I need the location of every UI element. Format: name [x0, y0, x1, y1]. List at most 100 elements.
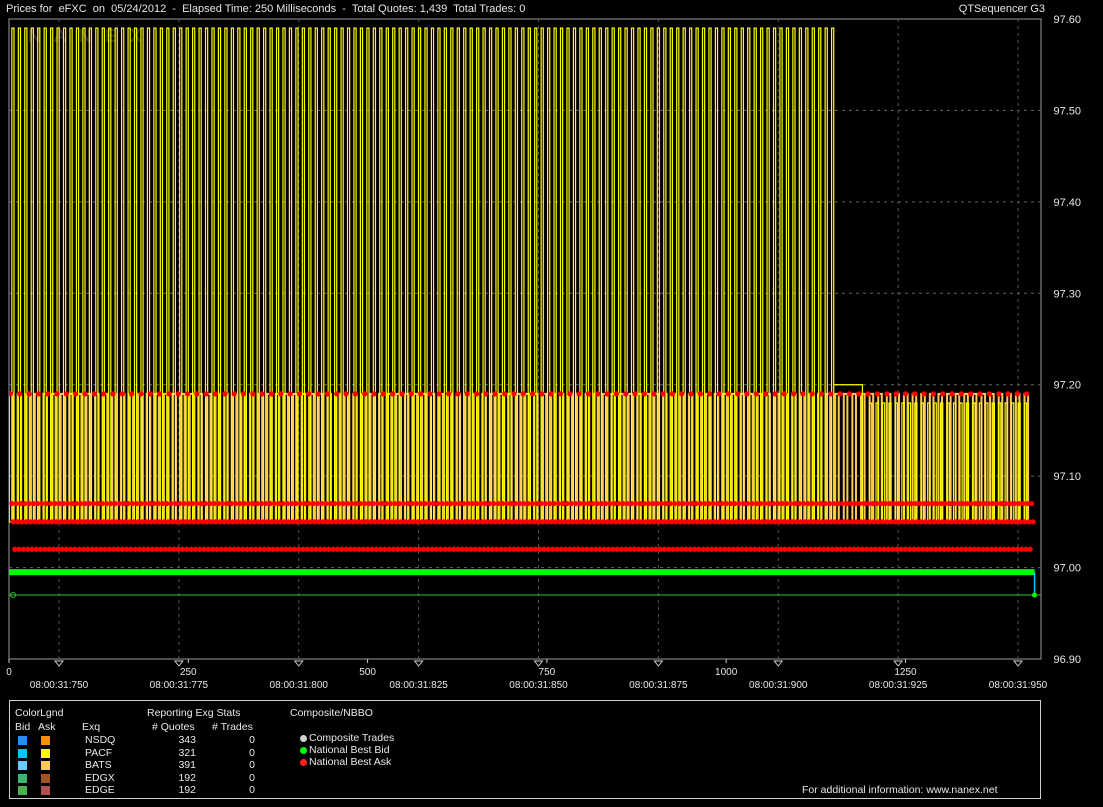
- best-ask-dot: [45, 391, 51, 397]
- time-marker: [773, 660, 784, 667]
- best-ask-dot: [501, 391, 508, 397]
- best-ask-dot: [884, 391, 890, 397]
- ask-color-swatch: [41, 748, 50, 758]
- best-ask-dot: [865, 391, 871, 397]
- time-tick-label: 08:00:31:950: [989, 680, 1048, 691]
- best-ask-dot: [371, 391, 377, 397]
- plot-area: [8, 18, 1042, 660]
- best-ask-dot: [520, 391, 526, 397]
- exq-header: Exq: [82, 721, 101, 733]
- ask-color-swatch: [41, 761, 50, 770]
- trade-count: 0: [249, 759, 255, 771]
- composite-label: National Best Ask: [309, 756, 392, 768]
- quotes-header: # Quotes: [152, 721, 195, 733]
- bid-color-swatch: [18, 786, 27, 795]
- best-ask-dot: [893, 391, 899, 397]
- exchange-name: EDGE: [85, 784, 115, 796]
- composite-label: Composite Trades: [309, 732, 395, 744]
- best-ask-dot: [231, 391, 237, 397]
- best-ask-dot: [968, 391, 974, 397]
- best-ask-dot: [390, 391, 396, 397]
- best-ask-dot: [455, 391, 461, 397]
- best-ask-dot: [259, 391, 265, 397]
- best-ask-dot: [874, 391, 881, 397]
- best-ask-dot: [660, 391, 666, 397]
- best-ask-dot: [35, 391, 42, 397]
- best-ask-dot: [548, 391, 554, 397]
- x-tick-label: 1000: [715, 667, 738, 678]
- best-ask-dot: [343, 391, 349, 397]
- y-tick-label: 97.10: [1053, 471, 1081, 483]
- best-ask-dot: [101, 391, 107, 397]
- best-ask-dot: [138, 391, 144, 397]
- y-tick-label: 97.50: [1053, 105, 1081, 117]
- time-tick-label: 08:00:31:900: [749, 680, 808, 691]
- bid-header: Bid: [15, 721, 31, 733]
- x-tick-label: 750: [539, 667, 556, 678]
- best-ask-dot: [464, 391, 470, 397]
- chart-title: Prices for eFXC on 05/24/2012 - Elapsed …: [6, 3, 526, 15]
- quote-count: 391: [178, 759, 196, 771]
- best-ask-dot: [194, 391, 200, 397]
- best-ask-dot: [986, 391, 992, 397]
- best-ask-dot: [54, 391, 60, 397]
- time-tick-label: 08:00:31:850: [509, 680, 568, 691]
- best-ask-dot: [958, 391, 964, 397]
- quote-count: 192: [178, 771, 196, 784]
- exchange-name: EDGX: [85, 771, 115, 784]
- best-ask-dot: [856, 391, 862, 397]
- y-tick-label: 97.30: [1053, 288, 1081, 300]
- footer-link: For additional information: www.nanex.ne…: [802, 784, 998, 796]
- quote-count: 321: [178, 746, 196, 759]
- bid-color-swatch: [18, 748, 27, 758]
- composite-marker-icon: [300, 735, 307, 742]
- best-ask-dot: [595, 391, 601, 397]
- best-ask-dot: [315, 391, 321, 397]
- exchange-name: BATS: [85, 759, 112, 771]
- ask-color-swatch: [41, 773, 50, 783]
- best-ask-dot: [306, 391, 312, 397]
- y-tick-label: 97.40: [1053, 197, 1081, 209]
- best-ask-dot: [436, 391, 442, 397]
- best-ask-dot: [129, 391, 135, 397]
- best-ask-dot: [800, 391, 806, 397]
- best-ask-dot: [902, 391, 909, 397]
- best-ask-dot: [716, 391, 722, 397]
- best-ask-dot: [119, 391, 125, 397]
- best-ask-dot: [268, 391, 275, 397]
- best-ask-dot: [669, 391, 675, 397]
- best-ask-dot: [735, 391, 741, 397]
- y-tick-label: 96.90: [1053, 654, 1081, 666]
- best-ask-dot: [334, 391, 340, 397]
- best-ask-dot: [1014, 391, 1020, 397]
- legend-panel: ColorLgnd Bid Ask Exq Reporting Exg Stat…: [9, 700, 1041, 799]
- time-marker: [53, 660, 65, 667]
- best-ask-dot: [324, 391, 331, 397]
- best-ask-dot: [539, 391, 545, 397]
- best-ask-dot: [604, 391, 610, 397]
- best-ask-dot: [362, 391, 368, 397]
- exchange-name: PACF: [85, 746, 113, 759]
- bid-color-swatch: [18, 773, 27, 783]
- composite-end-marker: [1032, 592, 1038, 598]
- best-ask-dot: [408, 391, 414, 397]
- time-tick-label: 08:00:31:775: [150, 680, 209, 691]
- ask-color-swatch: [41, 736, 50, 745]
- best-ask-dot: [679, 391, 685, 397]
- best-ask-dot: [567, 391, 573, 397]
- best-ask-dot: [809, 391, 815, 397]
- best-ask-dot: [296, 391, 303, 397]
- best-ask-dot: [949, 391, 955, 397]
- best-ask-dot: [184, 391, 191, 397]
- best-ask-dot: [1029, 500, 1035, 507]
- quote-count: 343: [178, 734, 196, 746]
- best-ask-dot: [585, 391, 592, 397]
- best-ask-dot: [212, 391, 219, 397]
- best-ask-dot: [492, 391, 498, 397]
- best-ask-dot: [641, 391, 648, 397]
- best-ask-dot: [222, 391, 228, 397]
- time-marker: [893, 660, 904, 667]
- best-ask-dot: [427, 391, 433, 397]
- best-ask-dot: [399, 391, 405, 397]
- best-ask-dot: [250, 391, 256, 397]
